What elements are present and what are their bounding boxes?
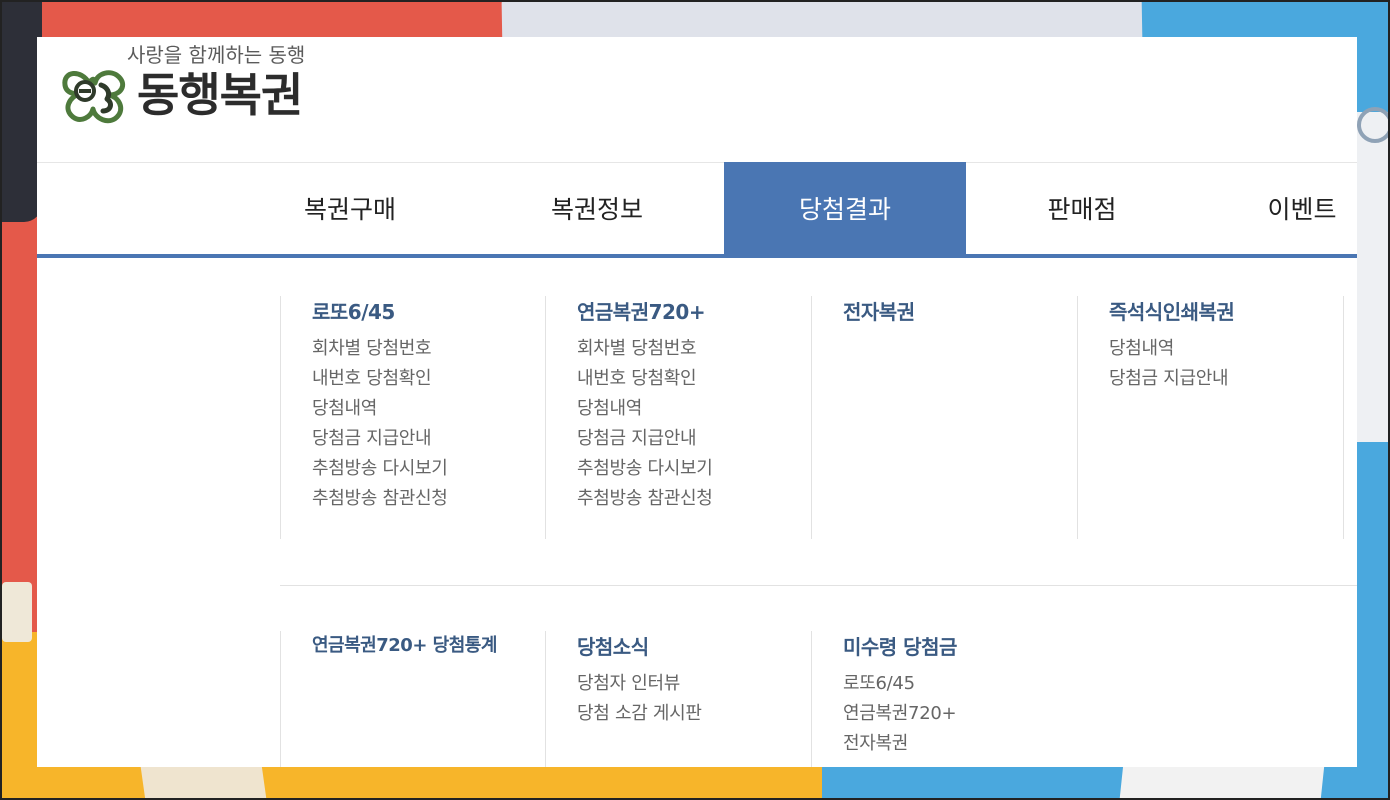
menu-link[interactable]: 당첨내역 [1109, 334, 1228, 364]
menu-link[interactable]: 추첨방송 다시보기 [577, 454, 713, 484]
menu-link-list: 회차별 당첨번호 내번호 당첨확인 당첨내역 당첨금 지급안내 추첨방송 다시보… [312, 334, 448, 514]
menu-group-instant: 즉석식인쇄복권 당첨내역 당첨금 지급안내 [1077, 296, 1344, 539]
menu-link-list: 당첨자 인터뷰 당첨 소감 게시판 [577, 669, 702, 729]
menu-link-list: 회차별 당첨번호 내번호 당첨확인 당첨내역 당첨금 지급안내 추첨방송 다시보… [577, 334, 713, 514]
menu-link[interactable]: 당첨 소감 게시판 [577, 699, 702, 729]
menu-link[interactable]: 당첨내역 [577, 394, 713, 424]
nav-item-winning-results[interactable]: 당첨결과 [724, 162, 966, 254]
menu-link-list: 당첨내역 당첨금 지급안내 [1109, 334, 1229, 394]
nav-item-events[interactable]: 이벤트 [1207, 162, 1357, 254]
menu-group-winning-news: 당첨소식 당첨자 인터뷰 당첨 소감 게시판 [545, 631, 811, 767]
menu-link[interactable]: 회차별 당첨번호 [312, 334, 448, 364]
menu-group-title[interactable]: 연금복권720+ [577, 296, 706, 325]
menu-group-unclaimed: 미수령 당첨금 로또6/45 연금복권720+ 전자복권 [811, 631, 1077, 767]
background-card [2, 582, 32, 642]
menu-link[interactable]: 연금복권720+ [843, 699, 957, 729]
menu-link[interactable]: 추첨방송 참관신청 [312, 484, 448, 514]
menu-link[interactable]: 당첨금 지급안내 [577, 424, 713, 454]
menu-link[interactable]: 추첨방송 다시보기 [312, 454, 448, 484]
background-dark-object [2, 2, 42, 222]
screenshot-frame: 사랑을 함께하는 동행 동행복권 복권구매 복권정보 당첨결과 판매점 이벤트 … [0, 0, 1390, 800]
menu-group-pension720: 연금복권720+ 회차별 당첨번호 내번호 당첨확인 당첨내역 당첨금 지급안내… [545, 296, 811, 539]
menu-link[interactable]: 로또6/45 [843, 669, 956, 699]
nav-item-retailers[interactable]: 판매점 [987, 162, 1177, 254]
menu-group-title[interactable]: 미수령 당첨금 [843, 631, 957, 660]
menu-link[interactable]: 회차별 당첨번호 [577, 334, 713, 364]
logo-name: 동행복권 [137, 68, 303, 122]
menu-link[interactable]: 당첨자 인터뷰 [577, 669, 702, 699]
menu-group-title[interactable]: 로또6/45 [312, 296, 395, 325]
menu-link-list: 로또6/45 연금복권720+ 전자복권 [843, 669, 957, 759]
menu-group-title[interactable]: 전자복권 [843, 296, 915, 325]
site-panel: 사랑을 함께하는 동행 동행복권 복권구매 복권정보 당첨결과 판매점 이벤트 … [37, 37, 1357, 767]
menu-group-electronic: 전자복권 [811, 296, 1077, 539]
menu-group-pension-stats: 연금복권720+ 당첨통계 [280, 631, 546, 767]
menu-link[interactable]: 당첨금 지급안내 [1109, 364, 1229, 394]
menu-row-divider [280, 585, 1357, 586]
site-logo[interactable]: 사랑을 함께하는 동행 동행복권 [59, 37, 339, 137]
nav-item-lottery-purchase[interactable]: 복권구매 [255, 162, 445, 254]
menu-group-lotto645: 로또6/45 회차별 당첨번호 내번호 당첨확인 당첨내역 당첨금 지급안내 추… [280, 296, 546, 539]
menu-link[interactable]: 내번호 당첨확인 [577, 364, 713, 394]
menu-group-title[interactable]: 즉석식인쇄복권 [1109, 296, 1235, 325]
menu-link[interactable]: 내번호 당첨확인 [312, 364, 448, 394]
menu-group-title[interactable]: 연금복권720+ 당첨통계 [312, 631, 497, 657]
background-ring [1357, 107, 1388, 143]
nav-item-lottery-info[interactable]: 복권정보 [502, 162, 692, 254]
menu-group-title[interactable]: 당첨소식 [577, 631, 649, 660]
menu-link[interactable]: 추첨방송 참관신청 [577, 484, 713, 514]
clover-logo-icon [62, 70, 126, 124]
menu-link[interactable]: 당첨내역 [312, 394, 448, 424]
mega-menu: 로또6/45 회차별 당첨번호 내번호 당첨확인 당첨내역 당첨금 지급안내 추… [280, 258, 1357, 767]
menu-link[interactable]: 당첨금 지급안내 [312, 424, 448, 454]
menu-link[interactable]: 전자복권 [843, 729, 956, 759]
